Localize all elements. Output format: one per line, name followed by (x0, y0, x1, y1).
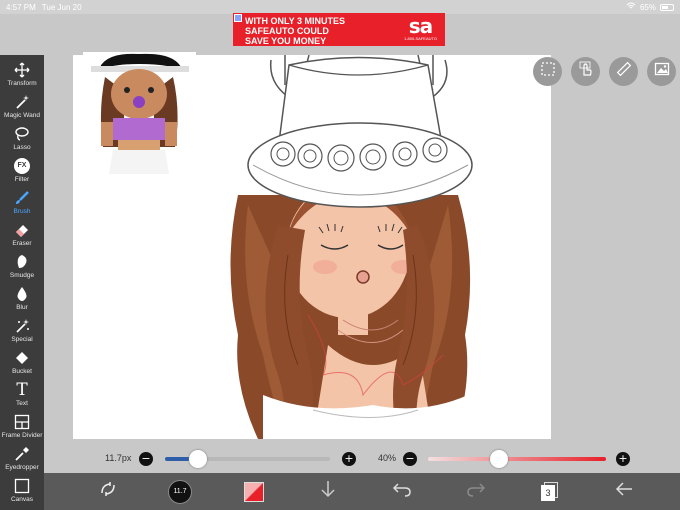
ruler-button[interactable] (609, 57, 638, 86)
color-swatch-icon (244, 481, 264, 502)
eraser-icon (13, 221, 31, 239)
opacity-track[interactable] (428, 457, 606, 461)
reference-character-image (83, 52, 196, 174)
layers-button[interactable]: 3 (530, 473, 570, 510)
tool-special[interactable]: Special (0, 317, 44, 349)
tool-transform[interactable]: Transform (0, 61, 44, 93)
brush-size-plus-button[interactable]: + (342, 452, 356, 466)
status-right: 65% (626, 2, 674, 12)
tool-blur[interactable]: Blur (0, 285, 44, 317)
tool-lasso[interactable]: Lasso (0, 125, 44, 157)
reference-image[interactable] (83, 52, 196, 174)
touch-button[interactable] (571, 57, 600, 86)
tool-blur-label: Blur (16, 304, 28, 311)
opacity-plus-button[interactable]: + (616, 452, 630, 466)
tool-eraser[interactable]: Eraser (0, 221, 44, 253)
brush-preview-button[interactable]: 11.7 (160, 473, 200, 510)
fx-icon: FX (13, 157, 31, 175)
brush-size-minus-button[interactable]: − (139, 452, 153, 466)
brush-icon (13, 189, 31, 207)
tool-filter[interactable]: FX Filter (0, 157, 44, 189)
selection-button[interactable] (533, 57, 562, 86)
status-bar: 4:57 PM Tue Jun 20 65% (0, 0, 680, 14)
tool-smudge-label: Smudge (9, 272, 35, 279)
back-button[interactable] (604, 473, 644, 510)
undo-icon (392, 480, 412, 503)
layer-count: 3 (541, 484, 555, 501)
brush-settings-button[interactable] (88, 473, 128, 510)
tool-frame-divider-label: Frame Divider (1, 432, 43, 439)
tool-bucket[interactable]: Bucket (0, 349, 44, 381)
battery-icon (660, 3, 674, 11)
brush-size-label: 11.7px (105, 453, 132, 463)
tool-text-label: Text (16, 400, 28, 407)
tool-lasso-label: Lasso (13, 144, 31, 151)
tool-text[interactable]: T Text (0, 381, 44, 413)
tool-smudge[interactable]: Smudge (0, 253, 44, 285)
text-glyph: T (16, 380, 28, 400)
tool-magic-wand[interactable]: Magic Wand (0, 93, 44, 125)
opacity-minus-button[interactable]: − (403, 452, 417, 466)
tool-canvas[interactable]: Canvas (0, 477, 44, 509)
special-wand-icon (13, 317, 31, 335)
tool-transform-label: Transform (7, 80, 37, 87)
tool-brush[interactable]: Brush (0, 189, 44, 221)
battery-percent: 65% (639, 2, 656, 12)
tool-magic-wand-label: Magic Wand (4, 112, 40, 119)
wifi-icon (626, 2, 636, 12)
lasso-icon (13, 125, 31, 143)
ad-banner[interactable]: WITH ONLY 3 MINUTES SAFEAUTO COULD SAVE … (233, 13, 445, 46)
tool-eyedropper-label: Eyedropper (5, 464, 39, 471)
tool-filter-label: Filter (14, 176, 30, 183)
image-icon (654, 61, 670, 82)
bucket-icon (13, 349, 31, 367)
ad-brand-mark: sa (408, 14, 433, 38)
brush-preview-value: 11.7 (173, 487, 187, 495)
smudge-icon (13, 253, 31, 271)
redo-icon (466, 480, 486, 503)
undo-button[interactable] (382, 473, 422, 510)
status-date: Tue Jun 20 (41, 2, 82, 12)
arrow-left-icon (614, 480, 634, 503)
hand-tap-icon (578, 61, 594, 82)
ad-brand-sub: 1-800-SAFEAUTO (403, 36, 437, 41)
frame-divider-icon (13, 413, 31, 431)
tool-sidebar: Transform Magic Wand Lasso FX Filter Bru… (0, 55, 44, 510)
drop-icon (13, 285, 31, 303)
brush-swap-icon (98, 479, 118, 504)
tool-frame-divider[interactable]: Frame Divider (0, 413, 44, 445)
tool-eyedropper[interactable]: Eyedropper (0, 445, 44, 477)
move-arrows-icon (13, 61, 31, 79)
status-time: 4:57 PM (6, 2, 36, 12)
color-picker-button[interactable] (234, 473, 274, 510)
eyedropper-icon (13, 445, 31, 463)
text-T-icon: T (13, 381, 31, 399)
download-button[interactable] (308, 473, 348, 510)
ruler-icon (616, 61, 632, 82)
brush-size-thumb[interactable] (189, 450, 207, 468)
tool-bucket-label: Bucket (12, 368, 32, 375)
tool-eraser-label: Eraser (12, 240, 32, 247)
layers-icon: 3 (540, 481, 560, 502)
gallery-button[interactable] (647, 57, 676, 86)
opacity-label: 40% (378, 453, 397, 463)
redo-button[interactable] (456, 473, 496, 510)
ad-info-icon[interactable] (234, 14, 242, 22)
ad-brand-logo: sa 1-800-SAFEAUTO (404, 16, 437, 41)
canvas-icon (13, 477, 31, 495)
opacity-thumb[interactable] (490, 450, 509, 468)
arrow-down-icon (319, 479, 337, 504)
magic-wand-icon (13, 93, 31, 111)
tool-brush-label: Brush (13, 208, 31, 215)
tool-canvas-label: Canvas (10, 496, 34, 503)
dashed-select-icon (540, 61, 556, 82)
fx-glyph: FX (14, 158, 30, 174)
tool-special-label: Special (11, 336, 33, 343)
bottom-toolbar: 11.7 3 (44, 473, 680, 510)
brush-preview-circle: 11.7 (168, 479, 192, 504)
